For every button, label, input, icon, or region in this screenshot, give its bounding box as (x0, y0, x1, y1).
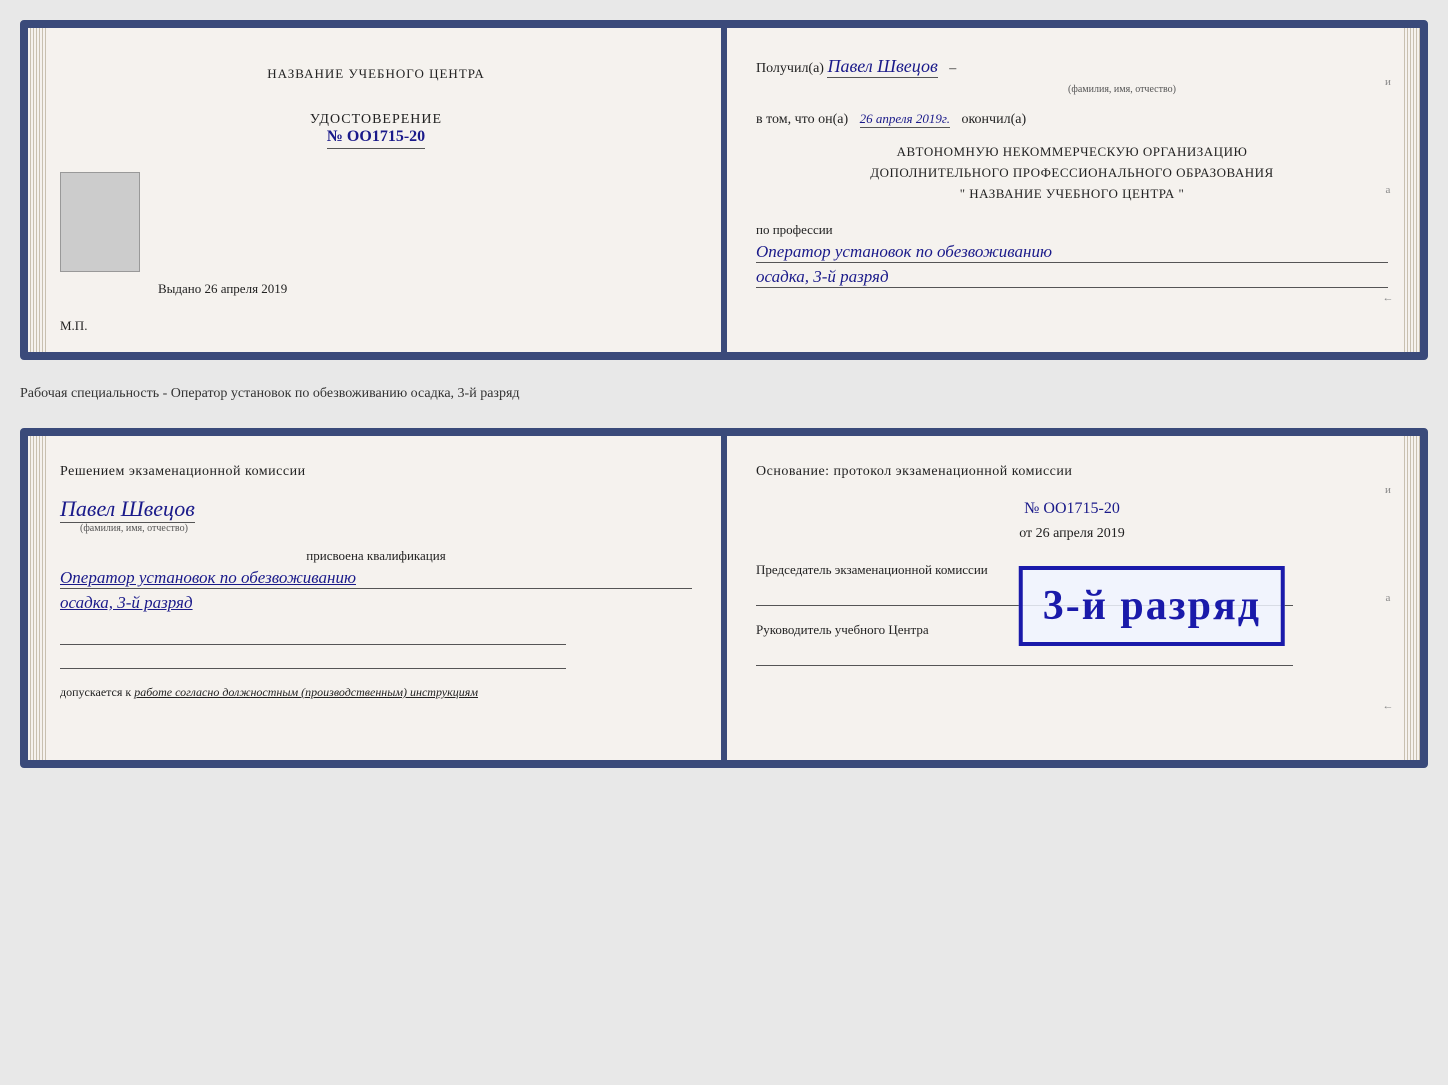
protocol-date: от 26 апреля 2019 (756, 526, 1388, 542)
mp-label: М.П. (60, 318, 87, 334)
sig-line-1 (60, 625, 566, 645)
signature-lines (60, 625, 692, 669)
profession-value: Оператор установок по обезвоживанию (756, 242, 1388, 263)
received-name: Павел Швецов (827, 56, 937, 78)
rank-value: осадка, 3-й разряд (756, 267, 1388, 288)
person-name-large: Павел Швецов (60, 496, 692, 525)
cert-date: 26 апреля 2019г. (860, 111, 950, 128)
sig-line-2 (60, 649, 566, 669)
допуск-italic: работе согласно должностным (производств… (134, 685, 478, 699)
finished-label: окончил(а) (961, 112, 1026, 127)
profession-label: по профессии (756, 222, 1388, 238)
bottom-doc-left: Решением экзаменационной комиссии Павел … (28, 436, 724, 760)
top-doc-right: Получил(а) Павел Швецов – (фамилия, имя,… (724, 28, 1420, 352)
bottom-fio-sublabel: (фамилия, имя, отчество) (80, 523, 692, 534)
protocol-number: № OO1715-20 (756, 500, 1388, 518)
basis-title: Основание: протокол экзаменационной коми… (756, 464, 1388, 480)
photo-placeholder (60, 172, 140, 272)
issued-date: 26 апреля 2019 (205, 281, 288, 296)
cert-section: УДОСТОВЕРЕНИЕ № OO1715-20 (60, 112, 692, 149)
that-line: в том, что он(а) 26 апреля 2019г. окончи… (756, 111, 1388, 128)
bottom-document-card: Решением экзаменационной комиссии Павел … (20, 428, 1428, 768)
fio-sublabel: (фамилия, имя, отчество) (856, 84, 1388, 95)
top-document-card: НАЗВАНИЕ УЧЕБНОГО ЦЕНТРА УДОСТОВЕРЕНИЕ №… (20, 20, 1428, 360)
org-line2: ДОПОЛНИТЕЛЬНОГО ПРОФЕССИОНАЛЬНОГО ОБРАЗО… (756, 163, 1388, 184)
org-line3: " НАЗВАНИЕ УЧЕБНОГО ЦЕНТРА " (756, 184, 1388, 205)
допуск-text: допускается к работе согласно должностны… (60, 685, 692, 700)
received-line: Получил(а) Павел Швецов – (756, 56, 1388, 78)
dash: – (949, 61, 956, 76)
org-text: АВТОНОМНУЮ НЕКОММЕРЧЕСКУЮ ОРГАНИЗАЦИЮ ДО… (756, 142, 1388, 204)
page-container: НАЗВАНИЕ УЧЕБНОГО ЦЕНТРА УДОСТОВЕРЕНИЕ №… (20, 20, 1428, 768)
top-doc-left: НАЗВАНИЕ УЧЕБНОГО ЦЕНТРА УДОСТОВЕРЕНИЕ №… (28, 28, 724, 352)
rank-value2: осадка, 3-й разряд (60, 593, 692, 613)
stamp: 3-й разряд (1019, 566, 1285, 646)
cert-label: УДОСТОВЕРЕНИЕ (60, 112, 692, 128)
issued-line: Выдано 26 апреля 2019 (158, 281, 287, 297)
right-side-marks: и а ← (1378, 28, 1398, 352)
protocol-date-value: 26 апреля 2019 (1036, 526, 1125, 541)
qualification-value: Оператор установок по обезвоживанию (60, 568, 692, 589)
issued-label: Выдано (158, 281, 201, 296)
qualification-label: присвоена квалификация (60, 548, 692, 564)
separator-text: Рабочая специальность - Оператор установ… (20, 378, 1428, 410)
cert-number: № OO1715-20 (327, 128, 425, 149)
received-prefix: Получил(а) (756, 61, 824, 76)
decision-title: Решением экзаменационной комиссии (60, 464, 692, 480)
допуск-prefix: допускается к (60, 685, 131, 699)
stamp-text: 3-й разряд (1043, 582, 1261, 630)
bottom-doc-right: Основание: протокол экзаменационной коми… (724, 436, 1420, 760)
that-prefix: в том, что он(а) (756, 112, 848, 127)
org-line1: АВТОНОМНУЮ НЕКОММЕРЧЕСКУЮ ОРГАНИЗАЦИЮ (756, 142, 1388, 163)
date-prefix: от (1019, 526, 1032, 541)
bottom-right-side-marks: и а ← (1378, 436, 1398, 760)
top-left-title: НАЗВАНИЕ УЧЕБНОГО ЦЕНТРА (60, 66, 692, 82)
